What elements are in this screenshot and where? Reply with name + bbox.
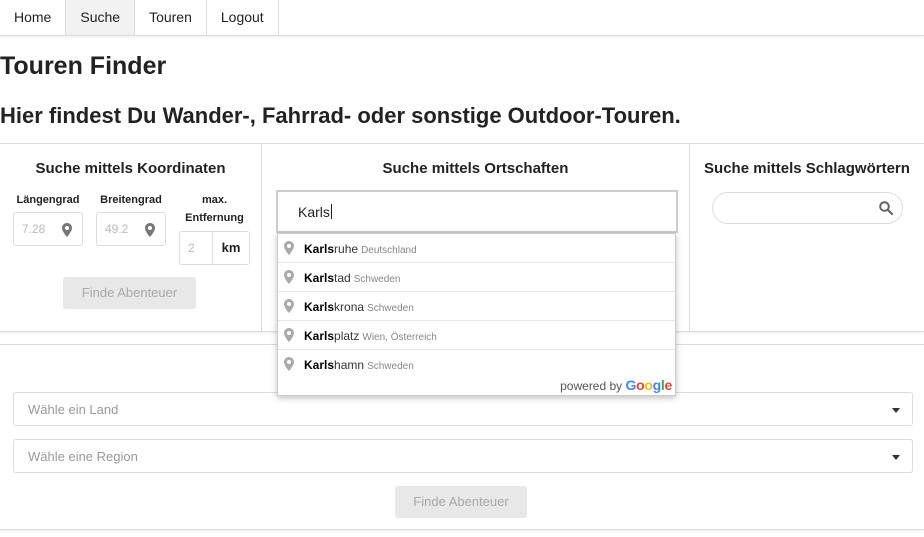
place-search-input[interactable]: Karls [298,204,332,220]
distance-label-line2: Entfernung [185,212,244,224]
autocomplete-item[interactable]: Karlstad Schweden [278,263,675,292]
country-select-placeholder: Wähle ein Land [28,402,119,417]
autocomplete-match: Karls [304,329,335,343]
autocomplete-item[interactable]: Karlsruhe Deutschland [278,234,675,263]
coords-find-button[interactable]: Finde Abenteuer [63,277,196,309]
powered-by-google: powered by Google [560,377,672,393]
location-pin-icon [284,299,294,313]
place-search-value: Karls [298,204,330,220]
distance-input[interactable]: 2 [180,232,213,264]
nav-logout[interactable]: Logout [207,0,279,35]
coords-heading: Suche mittels Koordinaten [35,160,226,177]
powered-by-text: powered by [560,379,623,393]
chevron-down-icon [892,455,900,460]
chevron-down-icon [892,408,900,413]
google-logo: Google [625,377,673,393]
latitude-label: Breitengrad [100,194,162,206]
longitude-label: Längengrad [16,194,80,206]
location-pin-icon [145,223,155,237]
location-pin-icon [284,328,294,342]
distance-unit: km [221,240,241,255]
autocomplete-secondary: Wien, Österreich [362,332,437,343]
page-subtitle: Hier findest Du Wander-, Fahrrad- oder s… [0,103,681,128]
longitude-field[interactable] [13,212,83,246]
longitude-input[interactable] [22,222,54,236]
autocomplete-item[interactable]: Karlskrona Schweden [278,292,675,321]
autocomplete-rest: hamn [334,358,365,372]
keyword-search-input[interactable] [712,192,903,224]
distance-label-line1: max. [201,194,228,206]
location-pin-icon [284,241,294,255]
place-search-field[interactable]: Karls [276,190,678,233]
text-caret [330,204,332,219]
nav-suche[interactable]: Suche [66,0,136,35]
distance-value: 2 [188,241,195,255]
autocomplete-match: Karls [304,271,335,285]
location-pin-icon [284,270,294,284]
autocomplete-secondary: Schweden [367,361,414,372]
nav-home[interactable]: Home [0,0,67,35]
autocomplete-secondary: Schweden [353,274,401,285]
region-find-button[interactable]: Finde Abenteuer [395,486,527,518]
autocomplete-rest: platz [334,329,360,343]
autocomplete-secondary: Deutschland [361,245,417,256]
location-pin-icon [62,223,72,237]
top-nav: Home Suche Touren Logout [0,0,924,36]
country-select[interactable]: Wähle ein Land [13,392,913,426]
distance-field[interactable]: 2 km [179,231,250,265]
autocomplete-item[interactable]: Karlshamn Schweden [278,350,675,379]
autocomplete-match: Karls [304,242,335,256]
autocomplete-rest: krona [334,300,365,314]
nav-touren[interactable]: Touren [135,0,207,35]
region-select-placeholder: Wähle eine Region [28,449,138,464]
keywords-heading: Suche mittels Schlagwörtern [704,160,910,177]
autocomplete-secondary: Schweden [367,303,414,314]
place-autocomplete-dropdown: Karlsruhe Deutschland Karlstad Schweden Ka… [277,233,676,396]
autocomplete-item[interactable]: Karlsplatz Wien, Österreich [278,321,675,350]
latitude-field[interactable] [96,212,166,246]
places-heading: Suche mittels Ortschaften [382,160,569,177]
autocomplete-match: Karls [304,358,335,372]
region-select[interactable]: Wähle eine Region [13,439,913,473]
page-title: Touren Finder [0,52,167,80]
location-pin-icon [284,357,294,371]
keywords-search-section: Suche mittels Schlagwörtern [690,144,924,332]
autocomplete-match: Karls [304,300,335,314]
latitude-input[interactable] [105,222,137,236]
autocomplete-rest: tad [334,271,351,285]
search-icon[interactable] [879,201,893,215]
autocomplete-rest: ruhe [334,242,359,256]
